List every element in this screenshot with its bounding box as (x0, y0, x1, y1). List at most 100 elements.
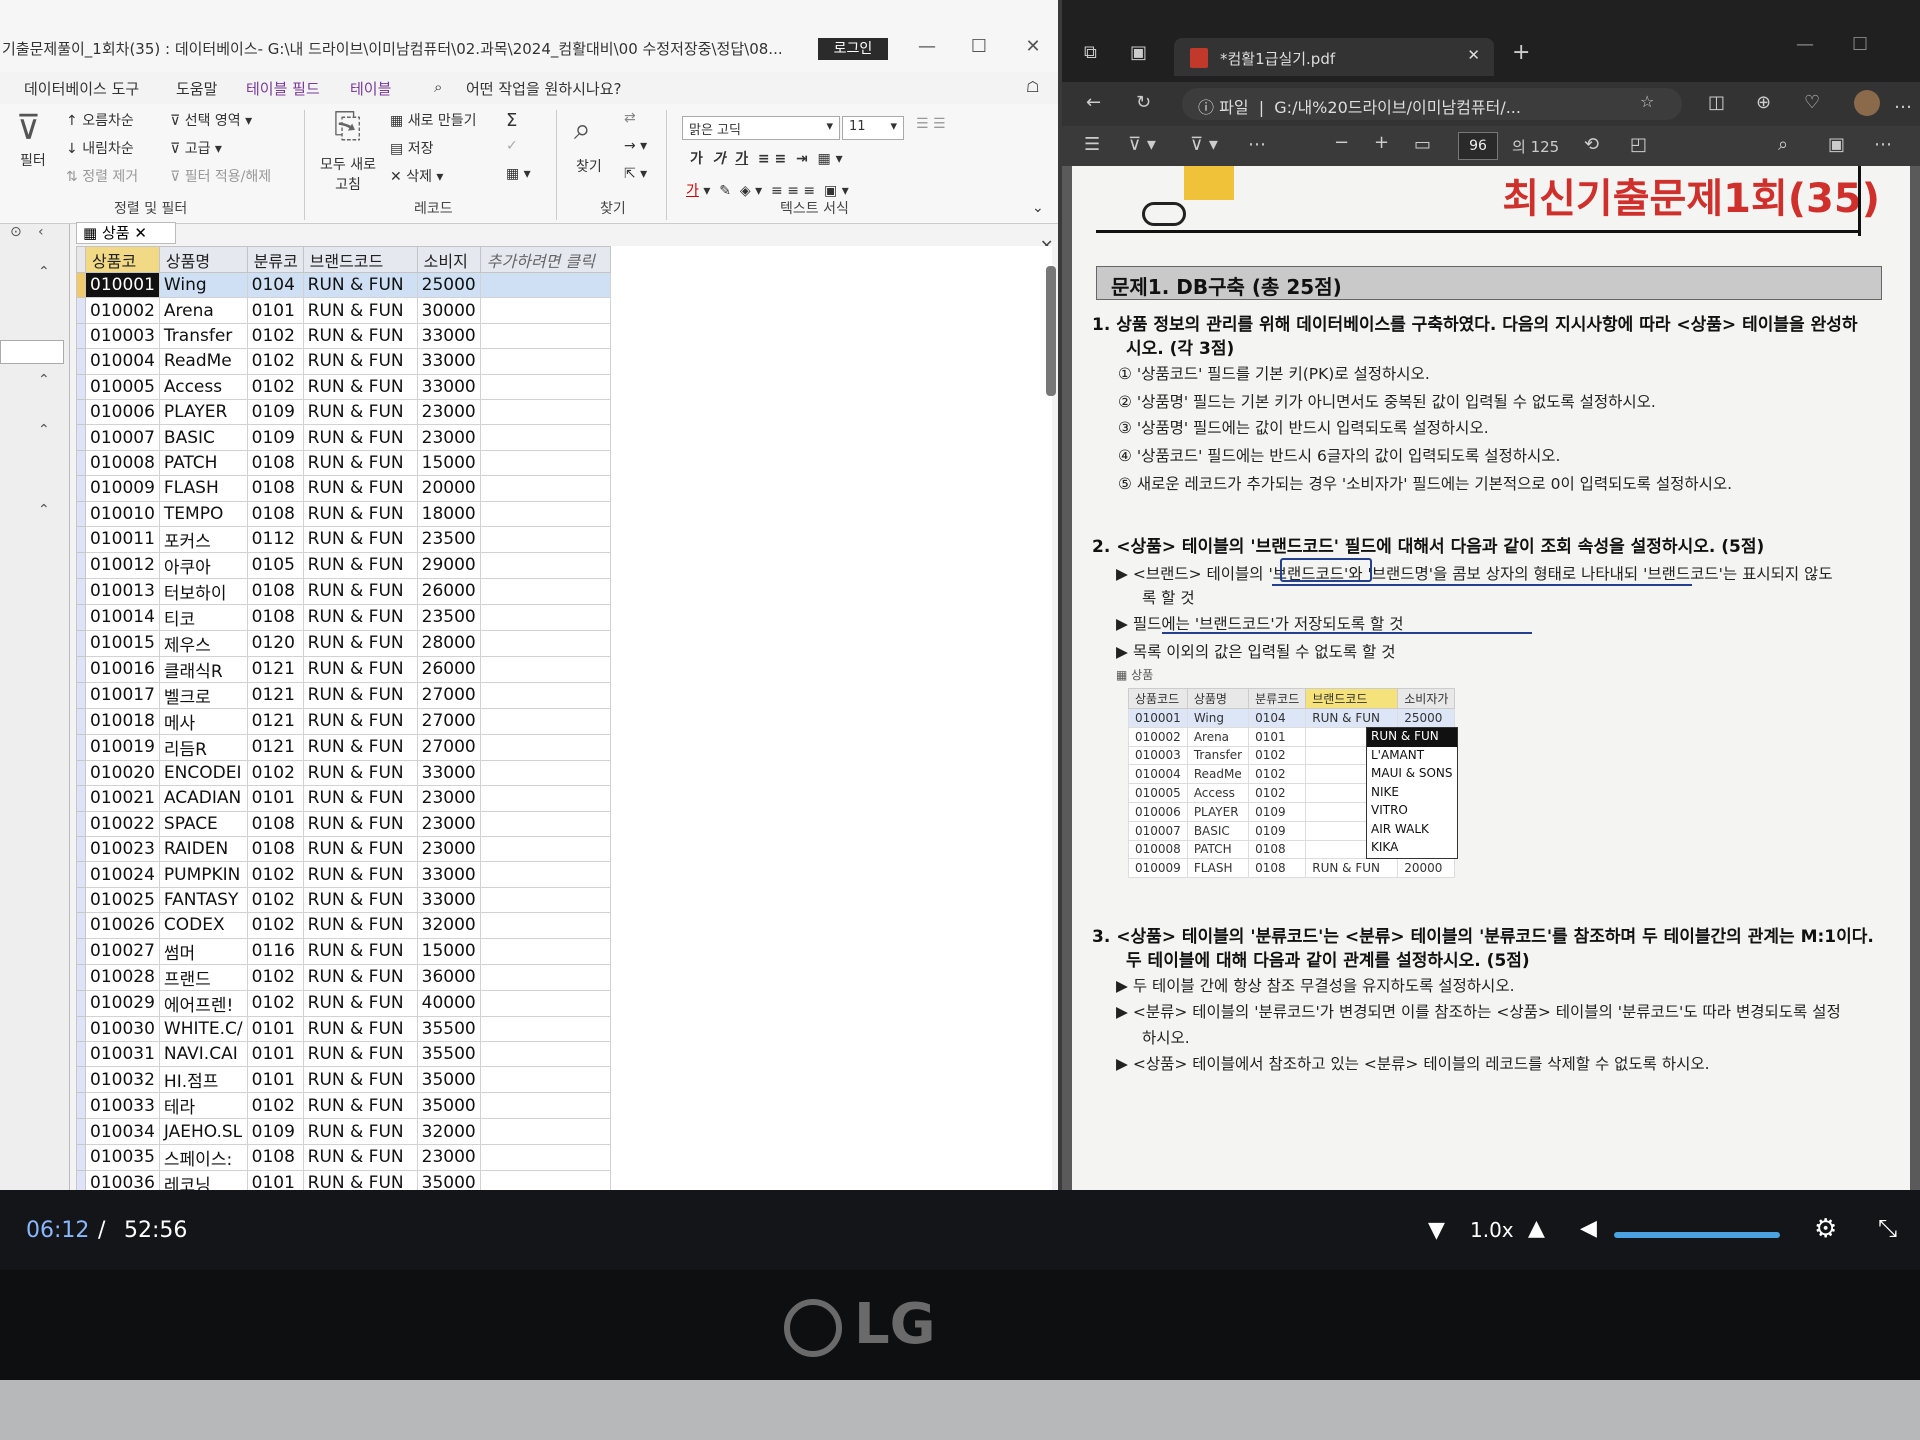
new-tab-icon[interactable]: + (1512, 40, 1530, 65)
url-field[interactable]: ⓘ 파일 | G:/내%20드라이브/이미남컴퓨터/... (1182, 88, 1682, 120)
record-selector[interactable] (76, 271, 86, 299)
table-cell[interactable]: 30000 (416, 297, 481, 324)
table-cell[interactable]: 0121 (246, 733, 304, 761)
settings-icon[interactable]: ⚙ (1814, 1214, 1837, 1244)
table-cell[interactable] (479, 733, 611, 761)
table-cell[interactable]: 010032 (85, 1066, 160, 1094)
table-cell[interactable]: RUN & FUN (302, 681, 418, 709)
table-cell[interactable] (479, 449, 611, 477)
table-cell[interactable]: FLASH (158, 475, 248, 502)
table-row[interactable]: 010026 CODEX 0102 RUN & FUN 32000 (76, 912, 611, 939)
table-row[interactable]: 010034 JAEHO.SL 0109 RUN & FUN 32000 (76, 1118, 611, 1145)
table-cell[interactable] (479, 398, 611, 426)
table-cell[interactable]: 010009 (85, 475, 160, 502)
table-cell[interactable]: 스페이스: (158, 1143, 248, 1171)
table-cell[interactable]: RUN & FUN (302, 297, 418, 324)
table-cell[interactable]: 23000 (416, 1143, 481, 1171)
table-cell[interactable]: 0101 (246, 1015, 304, 1043)
table-cell[interactable]: 0120 (246, 629, 304, 657)
table-cell[interactable]: RUN & FUN (302, 861, 418, 888)
table-row[interactable]: 010025 FANTASY 0102 RUN & FUN 33000 (76, 886, 611, 914)
table-cell[interactable] (479, 525, 611, 553)
record-selector[interactable] (76, 398, 86, 426)
tell-me-input[interactable]: 어떤 작업을 원하시나요? (466, 78, 622, 99)
table-row[interactable]: 010002 Arena 0101 RUN & FUN 30000 (76, 297, 611, 324)
new-record-button[interactable]: ▦ 새로 만들기 (390, 110, 477, 130)
table-cell[interactable]: 010006 (85, 398, 160, 426)
table-cell[interactable] (479, 785, 611, 812)
table-cell[interactable]: RUN & FUN (302, 886, 418, 914)
table-cell[interactable] (479, 836, 611, 863)
table-cell[interactable]: 18000 (416, 500, 481, 527)
login-button[interactable]: 로그인 (818, 38, 888, 60)
delete-record-button[interactable]: ✕ 삭제 ▾ (390, 166, 443, 186)
table-cell[interactable]: 010022 (85, 810, 160, 838)
table-cell[interactable]: TEMPO (158, 500, 248, 527)
table-row[interactable]: 010021 ACADIAN 0101 RUN & FUN 23000 (76, 785, 611, 812)
font-size-select[interactable]: 11 ▾ (842, 116, 904, 140)
table-cell[interactable]: RUN & FUN (302, 398, 418, 426)
record-selector[interactable] (76, 759, 86, 787)
table-row[interactable]: 010016 클래식R 0121 RUN & FUN 26000 (76, 655, 611, 683)
column-header[interactable]: 상품코 (85, 246, 160, 273)
table-cell[interactable]: 0102 (246, 861, 304, 888)
table-cell[interactable]: RUN & FUN (302, 655, 418, 683)
find-icon[interactable]: ⌕ (574, 112, 591, 147)
zoom-in-icon[interactable]: + (1374, 132, 1389, 153)
table-cell[interactable] (479, 1015, 611, 1043)
table-cell[interactable] (479, 373, 611, 400)
table-cell[interactable]: 썸머 (158, 937, 248, 965)
draw-icon[interactable]: ⊽ ▾ (1128, 134, 1156, 155)
table-cell[interactable]: CODEX (158, 912, 248, 939)
table-cell[interactable]: 23000 (416, 810, 481, 838)
table-cell[interactable] (479, 1169, 611, 1190)
record-selector[interactable] (76, 1118, 86, 1145)
table-cell[interactable]: RUN & FUN (302, 603, 418, 631)
table-cell[interactable] (479, 912, 611, 939)
table-cell[interactable]: 35500 (416, 1015, 481, 1043)
advanced-button[interactable]: ⊽ 고급 ▾ (170, 138, 222, 158)
table-cell[interactable] (479, 937, 611, 965)
record-selector[interactable] (76, 655, 86, 683)
table-cell[interactable]: 010013 (85, 577, 160, 605)
ascending-button[interactable]: ↑ 오름차순 (66, 110, 134, 130)
table-cell[interactable] (479, 603, 611, 631)
table-cell[interactable]: 20000 (416, 475, 481, 502)
table-row[interactable]: 010030 WHITE.C/0101 RUN & FUN 35500 (76, 1015, 611, 1043)
table-cell[interactable]: 23000 (416, 398, 481, 426)
tab-table[interactable]: 테이블 (350, 78, 391, 99)
font-color-icon[interactable]: 가 ▾ ✎ ◈ ▾ ≡ ≡ ≡ ▣ ▾ (686, 180, 849, 200)
record-selector[interactable] (76, 525, 86, 553)
table-cell[interactable]: 010026 (85, 912, 160, 939)
table-cell[interactable]: RUN & FUN (302, 424, 418, 451)
table-row[interactable]: 010018 메사 0121 RUN & FUN 27000 (76, 707, 611, 735)
table-cell[interactable]: 010017 (85, 681, 160, 709)
record-selector[interactable] (76, 989, 86, 1017)
record-selector[interactable] (76, 810, 86, 838)
toggle-filter-button[interactable]: ⊽ 필터 적용/해제 (170, 166, 271, 186)
highlight-icon[interactable]: ⊽ ▾ (1190, 134, 1218, 155)
table-cell[interactable]: 0102 (246, 886, 304, 914)
table-cell[interactable]: Access (158, 373, 248, 400)
table-cell[interactable]: PUMPKIN (158, 861, 248, 888)
goto-icon[interactable]: → ▾ (624, 138, 647, 154)
table-cell[interactable]: RUN & FUN (302, 449, 418, 477)
exit-fullscreen-icon[interactable]: ⤡ (1878, 1214, 1897, 1242)
save-icon[interactable]: ▣ (1828, 134, 1845, 155)
tab-table-fields[interactable]: 테이블 필드 (246, 78, 320, 99)
spelling-icon[interactable]: ✓ (506, 138, 518, 154)
table-cell[interactable]: 0102 (246, 348, 304, 375)
column-header[interactable]: 분류코 (246, 246, 304, 273)
table-cell[interactable]: 010018 (85, 707, 160, 735)
table-cell[interactable] (479, 424, 611, 451)
table-cell[interactable]: 010029 (85, 989, 160, 1017)
table-row[interactable]: 010003 Transfer 0102 RUN & FUN 33000 (76, 322, 611, 350)
minimize-icon[interactable]: — (912, 36, 942, 57)
record-selector[interactable] (76, 937, 86, 965)
table-cell[interactable]: 35000 (416, 1092, 481, 1120)
table-cell[interactable]: RUN & FUN (302, 836, 418, 863)
table-cell[interactable]: 0101 (246, 1041, 304, 1068)
table-cell[interactable]: RUN & FUN (302, 810, 418, 838)
chevron-up-icon[interactable]: ⌃ (38, 502, 50, 518)
table-cell[interactable]: 27000 (416, 681, 481, 709)
